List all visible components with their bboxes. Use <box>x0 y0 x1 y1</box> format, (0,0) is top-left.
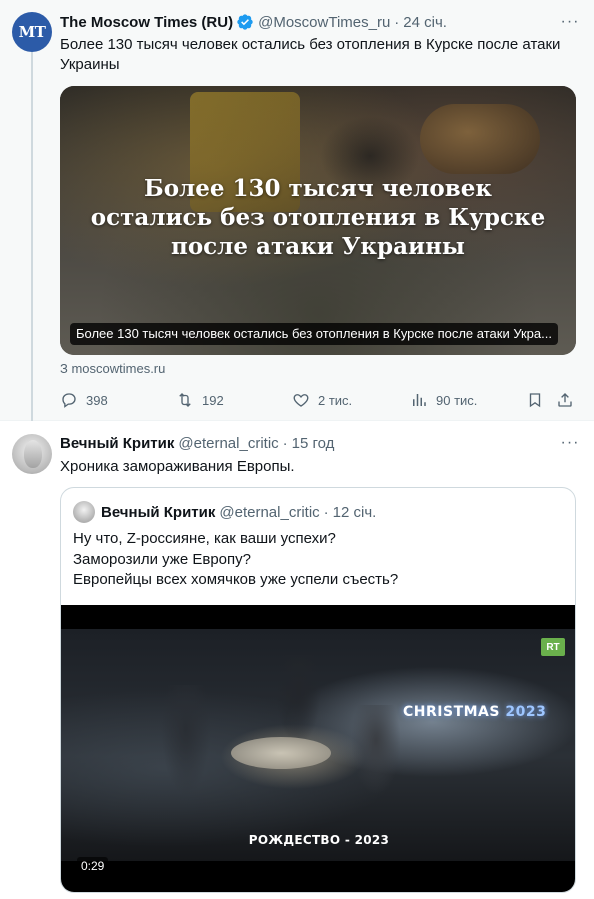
card-headline-line: Более 130 тысяч человек <box>144 175 492 202</box>
christmas-overlay: CHRISTMAS 2023 <box>403 704 546 720</box>
views-count: 90 тис. <box>436 392 478 408</box>
share-button[interactable] <box>556 390 582 410</box>
author-handle[interactable]: @eternal_critic <box>178 435 278 452</box>
tweet-text: Более 130 тысяч человек остались без ото… <box>60 35 560 75</box>
tweet-header: Вечный Критик @eternal_critic · 15 год <box>60 433 334 453</box>
more-dots-icon[interactable]: ··· <box>560 12 580 32</box>
quoted-text-line: Ну что, Z-россияне, как ваши успехи? <box>73 530 336 547</box>
bookmark-button[interactable] <box>526 390 552 410</box>
video-player[interactable]: RT CHRISTMAS 2023 РОЖДЕСТВО - 2023 0:29 <box>61 605 575 892</box>
tweet-actions: 398 192 2 тис. 90 тис. <box>60 390 580 410</box>
card-headline-line: после атаки Украины <box>171 233 465 260</box>
author-avatar[interactable] <box>12 434 52 474</box>
tweet-header: The Moscow Times (RU) @MoscowTimes_ru · … <box>60 12 447 32</box>
quoted-tweet-time: 12 січ. <box>332 503 377 521</box>
quoted-author-avatar <box>73 501 95 523</box>
person-shape <box>351 705 401 795</box>
views-button[interactable]: 90 тис. <box>410 390 477 410</box>
author-name[interactable]: Вечный Критик <box>60 435 174 452</box>
rt-logo: RT <box>541 638 565 656</box>
separator-dot: · <box>323 503 329 521</box>
more-dots-icon[interactable]: ··· <box>560 433 580 453</box>
card-headline: Более 130 тысяч человек остались без ото… <box>60 174 576 261</box>
quoted-tweet-header: Вечный Критик @eternal_critic · 12 січ. <box>101 502 376 522</box>
quoted-text-line: Заморозили уже Европу? <box>73 550 251 568</box>
quoted-tweet-text: Ну что, Z-россияне, как ваши успехи? Зам… <box>73 529 398 591</box>
author-avatar[interactable]: MT <box>12 12 52 52</box>
views-chart-icon <box>413 394 426 406</box>
thread-line <box>31 52 33 427</box>
author-name[interactable]: The Moscow Times (RU) <box>60 14 233 31</box>
author-handle[interactable]: @MoscowTimes_ru <box>258 14 390 31</box>
quoted-author-name: Вечный Критик <box>101 503 216 521</box>
person-shape <box>161 685 211 795</box>
tweet-eternal-critic[interactable]: Вечный Критик @eternal_critic · 15 год ·… <box>0 421 594 899</box>
verified-badge-icon <box>237 14 253 30</box>
avatar-statue-shape <box>24 440 42 468</box>
card-caption: Более 130 тысяч человек остались без ото… <box>70 323 558 345</box>
tweet-time[interactable]: 24 січ. <box>403 14 447 31</box>
like-count: 2 тис. <box>318 392 353 408</box>
retweet-button[interactable]: 192 <box>176 390 224 410</box>
card-source-link[interactable]: З moscowtimes.ru <box>60 361 165 376</box>
video-subtitle: РОЖДЕСТВО - 2023 <box>248 833 390 847</box>
tweet-text: Хроника замораживания Европы. <box>60 458 295 475</box>
table-shape <box>231 737 331 769</box>
bookmark-icon <box>529 393 541 408</box>
christmas-year: 2023 <box>505 704 547 720</box>
tweet-time[interactable]: 15 год <box>292 435 335 452</box>
reply-count: 398 <box>86 392 108 408</box>
reply-button[interactable]: 398 <box>60 390 108 410</box>
video-duration: 0:29 <box>77 857 109 875</box>
quoted-text-line: Европейцы всех хомячков уже успели съест… <box>73 571 399 588</box>
reply-icon <box>62 393 76 408</box>
person-shape <box>276 655 321 745</box>
quoted-tweet[interactable]: Вечный Критик @eternal_critic · 12 січ. … <box>60 487 576 893</box>
tank-truck-shape <box>420 104 540 174</box>
tweet-moscow-times[interactable]: MT The Moscow Times (RU) @MoscowTimes_ru… <box>0 0 594 427</box>
separator-dot: · <box>282 434 288 452</box>
like-button[interactable]: 2 тис. <box>292 390 352 410</box>
christmas-word: CHRISTMAS <box>403 704 500 720</box>
share-icon <box>558 393 572 407</box>
card-headline-line: остались без отопления в Курске <box>90 204 546 231</box>
retweet-icon <box>179 393 191 407</box>
separator-dot: · <box>394 13 400 31</box>
quoted-author-handle: @eternal_critic <box>219 503 320 521</box>
tweet-text-line: Более 130 тысяч человек остались без ото… <box>60 36 561 53</box>
tweet-text-line: Украины <box>60 56 120 73</box>
heart-icon <box>293 394 309 407</box>
link-card-image[interactable]: Более 130 тысяч человек остались без ото… <box>60 86 576 355</box>
retweet-count: 192 <box>202 392 224 408</box>
